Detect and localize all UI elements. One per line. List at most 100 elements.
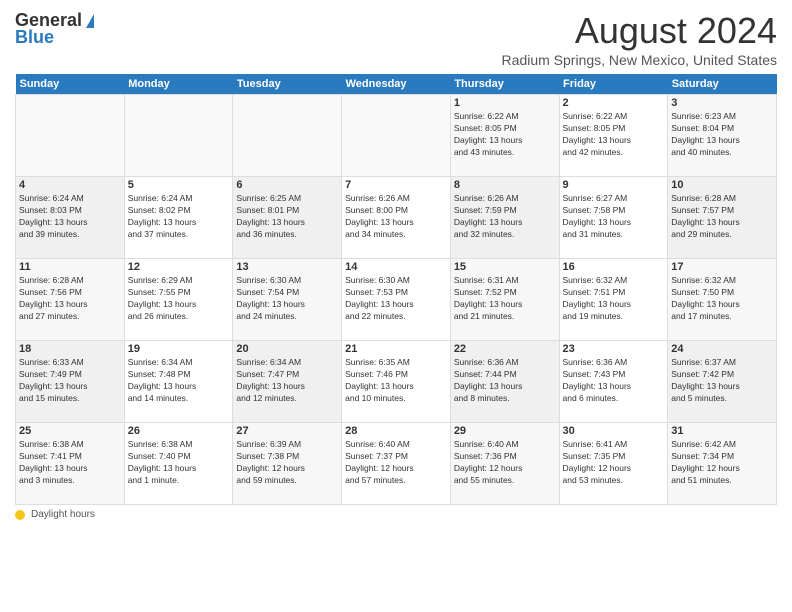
day-info: Sunrise: 6:38 AM Sunset: 7:41 PM Dayligh… [19, 439, 121, 487]
day-number: 21 [345, 343, 447, 355]
calendar-cell [342, 95, 451, 177]
calendar-cell: 10 Sunrise: 6:28 AM Sunset: 7:57 PM Dayli… [668, 177, 777, 259]
day-info: Sunrise: 6:30 AM Sunset: 7:53 PM Dayligh… [345, 275, 447, 323]
day-number: 5 [128, 179, 230, 191]
calendar-cell: 28 Sunrise: 6:40 AM Sunset: 7:37 PM Dayli… [342, 423, 451, 505]
day-number: 20 [236, 343, 338, 355]
day-number: 28 [345, 425, 447, 437]
day-number: 4 [19, 179, 121, 191]
day-info: Sunrise: 6:38 AM Sunset: 7:40 PM Dayligh… [128, 439, 230, 487]
day-number: 19 [128, 343, 230, 355]
calendar-cell: 27 Sunrise: 6:39 AM Sunset: 7:38 PM Dayli… [233, 423, 342, 505]
calendar-header-monday: Monday [124, 74, 233, 95]
calendar-cell: 1 Sunrise: 6:22 AM Sunset: 8:05 PM Daylig… [450, 95, 559, 177]
day-number: 30 [563, 425, 665, 437]
calendar-cell: 2Sunrise: 6:22 AM Sunset: 8:05 PM Daylig… [559, 95, 668, 177]
day-number: 17 [671, 261, 773, 273]
day-number: 18 [19, 343, 121, 355]
calendar-cell: 11Sunrise: 6:28 AM Sunset: 7:56 PM Dayli… [16, 259, 125, 341]
calendar-cell: 22Sunrise: 6:36 AM Sunset: 7:44 PM Dayli… [450, 341, 559, 423]
calendar-cell: 15 Sunrise: 6:31 AM Sunset: 7:52 PM Dayli… [450, 259, 559, 341]
day-info: Sunrise: 6:26 AM Sunset: 7:59 PM Dayligh… [454, 193, 556, 241]
day-number: 15 [454, 261, 556, 273]
day-number: 31 [671, 425, 773, 437]
day-number: 27 [236, 425, 338, 437]
calendar-header-wednesday: Wednesday [342, 74, 451, 95]
day-info: Sunrise: 6:42 AM Sunset: 7:34 PM Dayligh… [671, 439, 773, 487]
day-info: Sunrise: 6:30 AM Sunset: 7:54 PM Dayligh… [236, 275, 338, 323]
day-number: 10 [671, 179, 773, 191]
calendar-header-thursday: Thursday [450, 74, 559, 95]
day-number: 23 [563, 343, 665, 355]
day-info: Sunrise: 6:34 AM Sunset: 7:47 PM Dayligh… [236, 357, 338, 405]
day-number: 9 [563, 179, 665, 191]
calendar-cell: 6Sunrise: 6:25 AM Sunset: 8:01 PM Daylig… [233, 177, 342, 259]
title-area: August 2024 Radium Springs, New Mexico, … [502, 10, 777, 68]
calendar-cell: 14 Sunrise: 6:30 AM Sunset: 7:53 PM Dayli… [342, 259, 451, 341]
calendar-cell: 13 Sunrise: 6:30 AM Sunset: 7:54 PM Dayli… [233, 259, 342, 341]
day-info: Sunrise: 6:22 AM Sunset: 8:05 PM Dayligh… [454, 111, 556, 159]
calendar-cell: 8 Sunrise: 6:26 AM Sunset: 7:59 PM Daylig… [450, 177, 559, 259]
calendar-cell: 5 Sunrise: 6:24 AM Sunset: 8:02 PM Daylig… [124, 177, 233, 259]
day-info: Sunrise: 6:32 AM Sunset: 7:51 PM Dayligh… [563, 275, 665, 323]
calendar-cell [233, 95, 342, 177]
logo-blue-text: Blue [15, 27, 54, 48]
calendar-cell: 3 Sunrise: 6:23 AM Sunset: 8:04 PM Daylig… [668, 95, 777, 177]
day-number: 3 [671, 97, 773, 109]
day-number: 14 [345, 261, 447, 273]
logo: General Blue [15, 10, 94, 48]
day-number: 1 [454, 97, 556, 109]
calendar-header-tuesday: Tuesday [233, 74, 342, 95]
day-info: Sunrise: 6:32 AM Sunset: 7:50 PM Dayligh… [671, 275, 773, 323]
calendar-week-row: 1 Sunrise: 6:22 AM Sunset: 8:05 PM Daylig… [16, 95, 777, 177]
month-title: August 2024 [502, 10, 777, 52]
day-number: 22 [454, 343, 556, 355]
day-number: 24 [671, 343, 773, 355]
calendar-cell: 31 Sunrise: 6:42 AM Sunset: 7:34 PM Dayli… [668, 423, 777, 505]
calendar-header-sunday: Sunday [16, 74, 125, 95]
day-number: 26 [128, 425, 230, 437]
legend: Daylight hours [15, 509, 777, 520]
calendar-cell: 9 Sunrise: 6:27 AM Sunset: 7:58 PM Daylig… [559, 177, 668, 259]
daylight-hours-label: Daylight hours [31, 509, 95, 520]
header: General Blue August 2024 Radium Springs,… [15, 10, 777, 68]
day-number: 7 [345, 179, 447, 191]
calendar-cell: 23Sunrise: 6:36 AM Sunset: 7:43 PM Dayli… [559, 341, 668, 423]
calendar-week-row: 11Sunrise: 6:28 AM Sunset: 7:56 PM Dayli… [16, 259, 777, 341]
sun-icon [15, 510, 25, 520]
calendar-header-saturday: Saturday [668, 74, 777, 95]
day-info: Sunrise: 6:23 AM Sunset: 8:04 PM Dayligh… [671, 111, 773, 159]
day-number: 8 [454, 179, 556, 191]
day-info: Sunrise: 6:28 AM Sunset: 7:57 PM Dayligh… [671, 193, 773, 241]
day-info: Sunrise: 6:31 AM Sunset: 7:52 PM Dayligh… [454, 275, 556, 323]
calendar-cell: 20 Sunrise: 6:34 AM Sunset: 7:47 PM Dayli… [233, 341, 342, 423]
calendar-cell: 29 Sunrise: 6:40 AM Sunset: 7:36 PM Dayli… [450, 423, 559, 505]
calendar-cell: 26 Sunrise: 6:38 AM Sunset: 7:40 PM Dayli… [124, 423, 233, 505]
day-info: Sunrise: 6:22 AM Sunset: 8:05 PM Dayligh… [563, 111, 665, 159]
day-info: Sunrise: 6:24 AM Sunset: 8:02 PM Dayligh… [128, 193, 230, 241]
calendar-week-row: 18 Sunrise: 6:33 AM Sunset: 7:49 PM Dayli… [16, 341, 777, 423]
calendar-cell: 4Sunrise: 6:24 AM Sunset: 8:03 PM Daylig… [16, 177, 125, 259]
calendar-week-row: 4Sunrise: 6:24 AM Sunset: 8:03 PM Daylig… [16, 177, 777, 259]
day-info: Sunrise: 6:26 AM Sunset: 8:00 PM Dayligh… [345, 193, 447, 241]
page: General Blue August 2024 Radium Springs,… [0, 0, 792, 612]
calendar-cell [16, 95, 125, 177]
location: Radium Springs, New Mexico, United State… [502, 52, 777, 68]
day-info: Sunrise: 6:27 AM Sunset: 7:58 PM Dayligh… [563, 193, 665, 241]
calendar-table: SundayMondayTuesdayWednesdayThursdayFrid… [15, 74, 777, 505]
calendar-cell: 25Sunrise: 6:38 AM Sunset: 7:41 PM Dayli… [16, 423, 125, 505]
calendar-header-row: SundayMondayTuesdayWednesdayThursdayFrid… [16, 74, 777, 95]
day-number: 13 [236, 261, 338, 273]
calendar-cell: 18 Sunrise: 6:33 AM Sunset: 7:49 PM Dayli… [16, 341, 125, 423]
day-info: Sunrise: 6:28 AM Sunset: 7:56 PM Dayligh… [19, 275, 121, 323]
day-info: Sunrise: 6:33 AM Sunset: 7:49 PM Dayligh… [19, 357, 121, 405]
calendar-cell: 12Sunrise: 6:29 AM Sunset: 7:55 PM Dayli… [124, 259, 233, 341]
day-info: Sunrise: 6:25 AM Sunset: 8:01 PM Dayligh… [236, 193, 338, 241]
day-info: Sunrise: 6:40 AM Sunset: 7:36 PM Dayligh… [454, 439, 556, 487]
day-info: Sunrise: 6:41 AM Sunset: 7:35 PM Dayligh… [563, 439, 665, 487]
calendar-header-friday: Friday [559, 74, 668, 95]
day-info: Sunrise: 6:40 AM Sunset: 7:37 PM Dayligh… [345, 439, 447, 487]
day-number: 29 [454, 425, 556, 437]
day-info: Sunrise: 6:35 AM Sunset: 7:46 PM Dayligh… [345, 357, 447, 405]
day-info: Sunrise: 6:39 AM Sunset: 7:38 PM Dayligh… [236, 439, 338, 487]
